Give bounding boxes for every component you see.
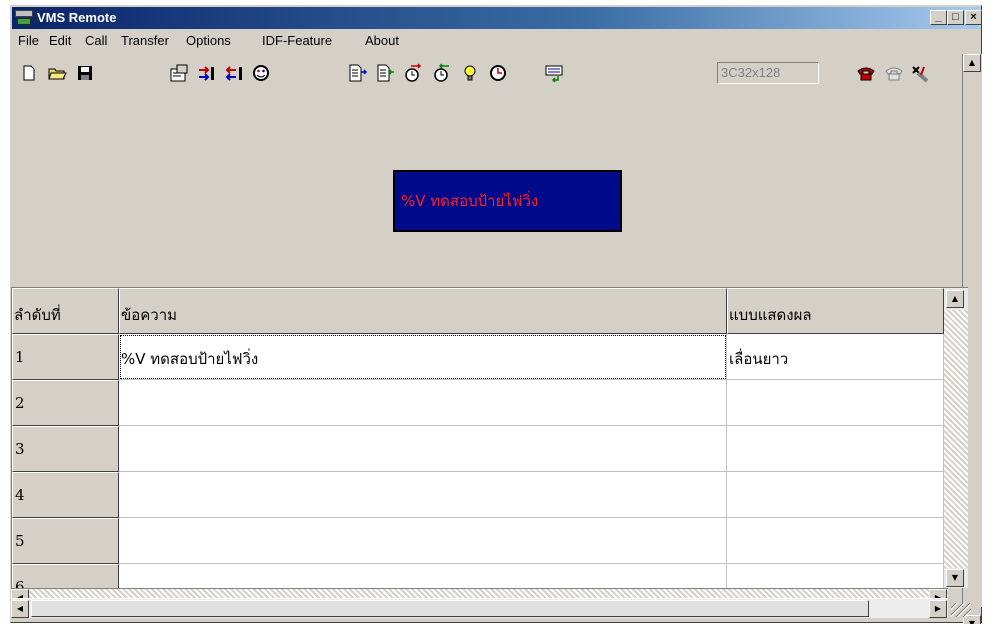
message-grid: ลำดับที่ ข้อความ แบบแสดงผล 1 %V ทดสอบป้า… xyxy=(11,287,968,588)
message-cell[interactable] xyxy=(119,426,727,472)
scroll-up-button[interactable]: ▲ xyxy=(963,54,981,72)
menu-options[interactable]: Options xyxy=(186,33,231,48)
row-header[interactable]: 1 xyxy=(12,334,119,380)
title-bar[interactable]: VMS Remote _ □ × xyxy=(12,7,982,29)
phone-red-icon[interactable] xyxy=(854,62,878,84)
scroll-thumb[interactable] xyxy=(31,600,869,617)
grid-scroll-up-button[interactable]: ▲ xyxy=(946,290,964,308)
hangup-icon[interactable] xyxy=(908,62,932,84)
row-header[interactable]: 4 xyxy=(12,472,119,518)
menu-call[interactable]: Call xyxy=(85,33,107,48)
sign-size-field[interactable]: 3C32x128 xyxy=(717,62,819,84)
window-title: VMS Remote xyxy=(37,10,117,25)
menu-transfer[interactable]: Transfer xyxy=(121,33,169,48)
phone-gray-icon[interactable] xyxy=(882,62,906,84)
maximize-button[interactable]: □ xyxy=(947,10,964,25)
doc-receive-icon[interactable] xyxy=(373,62,397,84)
column-header-number[interactable]: ลำดับที่ xyxy=(12,288,119,334)
message-cell[interactable]: %V ทดสอบป้ายไฟวิ่ง xyxy=(119,334,727,380)
grid-vertical-scrollbar[interactable]: ▲ ▼ xyxy=(944,288,968,588)
clock-up-icon[interactable] xyxy=(401,62,425,84)
menu-edit[interactable]: Edit xyxy=(49,33,71,48)
row-header[interactable]: 2 xyxy=(12,380,119,426)
row-header[interactable]: 6 xyxy=(12,564,119,588)
message-cell[interactable] xyxy=(119,380,727,426)
menu-file[interactable]: File xyxy=(18,33,39,48)
clock-down-icon[interactable] xyxy=(430,62,454,84)
display-mode-cell[interactable]: เลื่อนยาว xyxy=(727,334,944,380)
minimize-button[interactable]: _ xyxy=(930,10,947,25)
open-folder-icon[interactable] xyxy=(45,62,69,84)
display-mode-cell[interactable] xyxy=(727,380,944,426)
message-cell[interactable] xyxy=(119,518,727,564)
new-file-icon[interactable] xyxy=(17,62,41,84)
column-header-display-mode[interactable]: แบบแสดงผล xyxy=(727,288,944,334)
row-header[interactable]: 5 xyxy=(12,518,119,564)
clock-icon[interactable] xyxy=(486,62,510,84)
menu-about[interactable]: About xyxy=(365,33,399,48)
window-horizontal-scrollbar[interactable]: ◀ ▶ xyxy=(11,598,948,618)
menu-idf-feature[interactable]: IDF-Feature xyxy=(262,33,332,48)
properties-icon[interactable] xyxy=(167,62,191,84)
smiley-icon[interactable] xyxy=(249,62,273,84)
row-header[interactable]: 3 xyxy=(12,426,119,472)
doc-send-icon[interactable] xyxy=(345,62,369,84)
display-mode-cell[interactable] xyxy=(727,472,944,518)
resize-grip-icon[interactable] xyxy=(951,603,971,617)
sign-preview: %V ทดสอบป้ายไฟวิ่ง xyxy=(393,170,622,232)
column-header-message[interactable]: ข้อความ xyxy=(119,288,727,334)
grid-scroll-track[interactable] xyxy=(944,310,968,568)
scroll-right-button[interactable]: ▶ xyxy=(929,600,947,618)
toolbar: 3C32x128 xyxy=(12,52,962,92)
close-button[interactable]: × xyxy=(965,10,982,25)
export-icon[interactable] xyxy=(223,62,247,84)
message-cell[interactable] xyxy=(119,564,727,588)
scroll-left-button[interactable]: ◀ xyxy=(11,600,29,618)
import-icon[interactable] xyxy=(195,62,219,84)
menu-bar: File Edit Call Transfer Options IDF-Feat… xyxy=(12,30,980,52)
vms-app-icon[interactable] xyxy=(15,10,33,26)
sign-preview-text: %V ทดสอบป้ายไฟวิ่ง xyxy=(401,192,539,210)
bulb-icon[interactable] xyxy=(458,62,482,84)
save-icon[interactable] xyxy=(73,62,97,84)
display-mode-cell[interactable] xyxy=(727,426,944,472)
message-cell[interactable] xyxy=(119,472,727,518)
grid-scroll-down-button[interactable]: ▼ xyxy=(946,569,964,587)
display-mode-cell[interactable] xyxy=(727,564,944,588)
display-mode-cell[interactable] xyxy=(727,518,944,564)
keyboard-icon[interactable] xyxy=(542,62,566,84)
